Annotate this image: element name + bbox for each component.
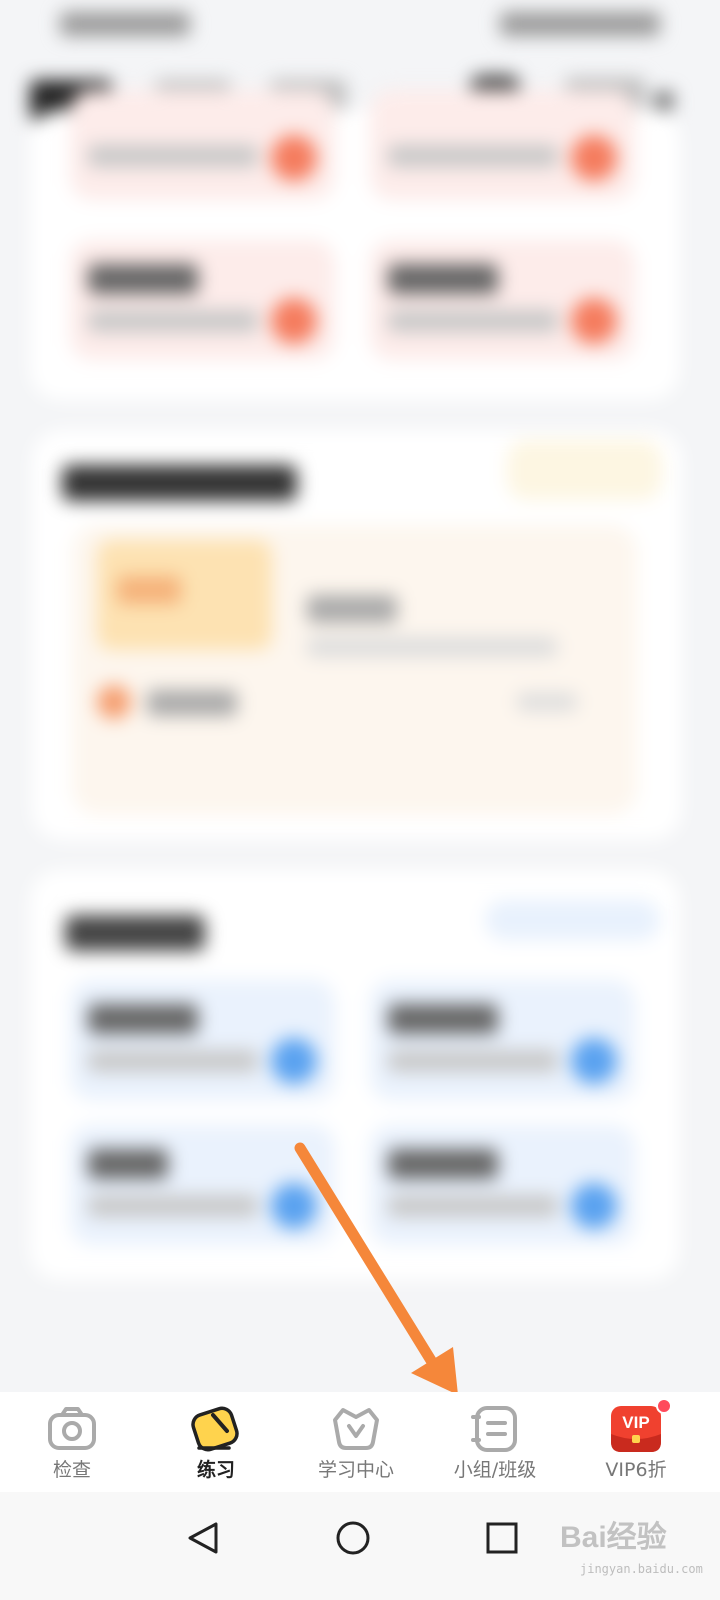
- nav-item-learning-center[interactable]: 学习中心: [284, 1392, 428, 1492]
- guide-arrow-icon: [294, 1142, 458, 1395]
- notification-dot: [656, 1398, 672, 1414]
- home-icon[interactable]: [323, 1508, 383, 1568]
- nav-label-check: 检查: [52, 1459, 91, 1481]
- pencil-icon: [191, 1406, 239, 1452]
- back-icon[interactable]: [172, 1508, 232, 1568]
- nav-item-vip[interactable]: VIP VIP6折: [564, 1392, 708, 1492]
- watermark-brand: Bai经验: [560, 1521, 667, 1554]
- nav-item-group-class[interactable]: 小组/班级: [423, 1392, 567, 1492]
- nav-label-vip: VIP6折: [605, 1459, 667, 1481]
- nav-label-group-class: 小组/班级: [453, 1459, 537, 1481]
- camera-icon: [48, 1407, 96, 1450]
- nav-item-check[interactable]: 检查: [0, 1392, 144, 1492]
- nav-label-learning-center: 学习中心: [317, 1459, 394, 1481]
- baidu-watermark: Bai经验 jingyan.baidu.com: [540, 1500, 703, 1595]
- bottom-navigation: 检查 练习 学习中心 小组/班级 VIP VIP6折: [0, 1392, 720, 1492]
- nav-item-practice[interactable]: 练习: [144, 1392, 288, 1492]
- recents-icon[interactable]: [472, 1508, 532, 1568]
- vip-icon: VIP: [611, 1406, 661, 1452]
- nav-label-practice: 练习: [196, 1459, 235, 1481]
- vip-icon-text: VIP: [622, 1413, 649, 1432]
- list-icon: [471, 1406, 517, 1452]
- watermark-domain: jingyan.baidu.com: [580, 1562, 703, 1576]
- basket-icon: [333, 1408, 379, 1450]
